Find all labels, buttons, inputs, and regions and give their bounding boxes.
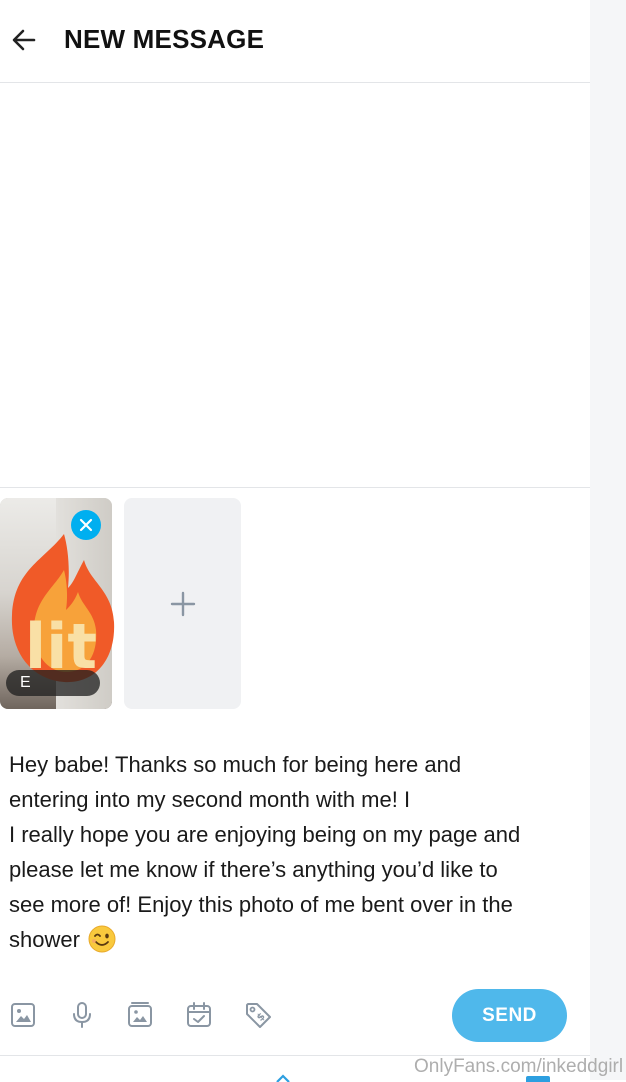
right-side-panel bbox=[590, 0, 626, 1080]
voice-message-button[interactable] bbox=[64, 997, 100, 1033]
divider bbox=[0, 487, 590, 488]
arrow-left-icon bbox=[12, 29, 36, 51]
send-button[interactable]: SEND bbox=[452, 989, 567, 1042]
lit-fire-sticker: lit bbox=[11, 534, 115, 683]
message-header: NEW MESSAGE bbox=[0, 0, 590, 83]
thumbnail-badge: E bbox=[6, 670, 100, 696]
media-vault-icon bbox=[128, 1002, 152, 1027]
plus-icon bbox=[170, 591, 195, 616]
media-vault-button[interactable] bbox=[122, 997, 158, 1033]
remove-attachment-button[interactable] bbox=[71, 510, 101, 540]
back-button[interactable] bbox=[6, 22, 42, 58]
watermark: OnlyFans.com/inkeddgirl bbox=[414, 1056, 624, 1077]
close-icon bbox=[79, 518, 93, 532]
message-thread bbox=[0, 83, 590, 487]
winking-face-emoji bbox=[88, 925, 116, 963]
add-image-button[interactable] bbox=[5, 997, 41, 1033]
schedule-button[interactable] bbox=[181, 997, 217, 1033]
image-icon bbox=[11, 1003, 35, 1027]
microphone-icon bbox=[73, 1002, 91, 1028]
message-text: Hey babe! Thanks so much for being here … bbox=[9, 752, 521, 952]
add-media-button[interactable] bbox=[124, 498, 241, 709]
message-input[interactable]: Hey babe! Thanks so much for being here … bbox=[9, 747, 569, 963]
chat-panel: NEW MESSAGE lit E Hey babe! Thanks so mu… bbox=[0, 0, 590, 1082]
set-price-button[interactable]: $ bbox=[240, 997, 276, 1033]
calendar-check-icon bbox=[187, 1002, 211, 1027]
page-title: NEW MESSAGE bbox=[64, 24, 265, 54]
price-tag-icon: $ bbox=[246, 1003, 271, 1028]
home-icon[interactable] bbox=[276, 1074, 290, 1082]
